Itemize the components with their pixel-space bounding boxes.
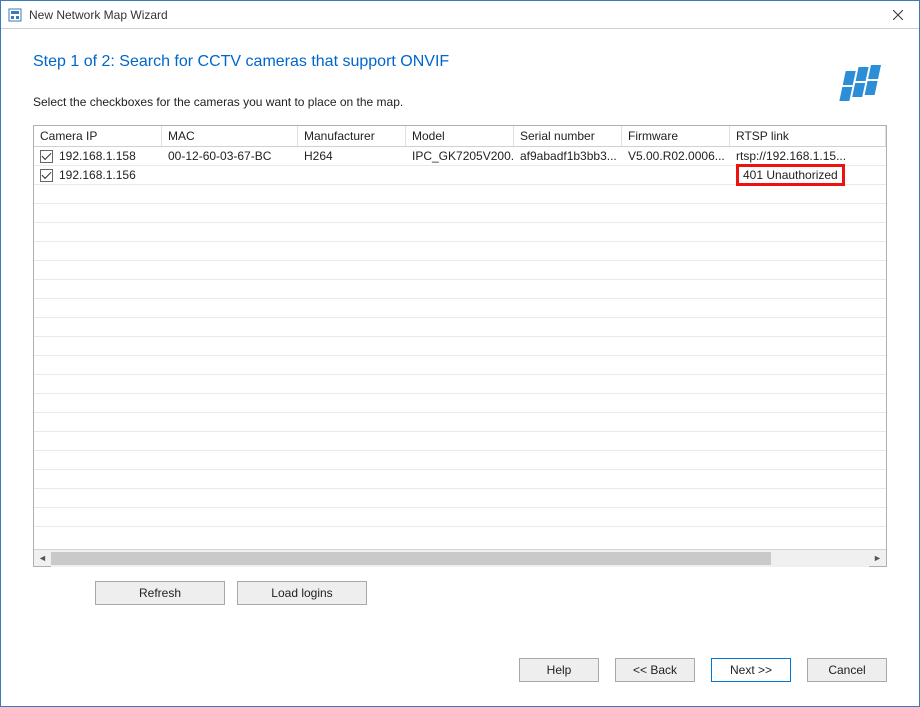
cell-ip: 192.168.1.156 [59,168,136,182]
row-checkbox[interactable] [40,150,53,163]
rtsp-error-highlight: 401 Unauthorized [736,164,845,186]
cell-manufacturer: H264 [298,149,406,163]
col-header-serial[interactable]: Serial number [514,126,622,146]
scroll-left-icon[interactable]: ◄ [34,550,51,567]
grid-action-buttons: Refresh Load logins [33,581,887,605]
help-button[interactable]: Help [519,658,599,682]
table-row-empty [34,413,886,432]
wizard-content: Step 1 of 2: Search for CCTV cameras tha… [1,29,919,706]
col-header-firmware[interactable]: Firmware [622,126,730,146]
cell-firmware: V5.00.R02.0006... [622,149,730,163]
table-row-empty [34,489,886,508]
instruction-text: Select the checkboxes for the cameras yo… [33,95,887,109]
table-row-empty [34,470,886,489]
wizard-nav-buttons: Help << Back Next >> Cancel [519,658,887,682]
cell-model: IPC_GK7205V200... [406,149,514,163]
table-row-empty [34,280,886,299]
table-row-empty [34,318,886,337]
titlebar: New Network Map Wizard [1,1,919,29]
scroll-right-icon[interactable]: ► [869,550,886,567]
cancel-button[interactable]: Cancel [807,658,887,682]
next-button[interactable]: Next >> [711,658,791,682]
cell-serial: af9abadf1b3bb3... [514,149,622,163]
table-row-empty [34,204,886,223]
table-row-empty [34,451,886,470]
close-button[interactable] [877,1,919,29]
cell-mac: 00-12-60-03-67-BC [162,149,298,163]
table-row[interactable]: 192.168.1.156 401 Unauthorized [34,166,886,185]
step-title: Step 1 of 2: Search for CCTV cameras tha… [33,53,887,71]
cell-rtsp: rtsp://192.168.1.15... [730,149,886,163]
table-row-empty [34,375,886,394]
scroll-track[interactable] [51,550,869,567]
app-icon [7,7,23,23]
table-row-empty [34,394,886,413]
cell-ip: 192.168.1.158 [59,149,136,163]
row-checkbox[interactable] [40,169,53,182]
col-header-rtsp[interactable]: RTSP link [730,126,886,146]
grid-body: 192.168.1.158 00-12-60-03-67-BC H264 IPC… [34,147,886,549]
col-header-manufacturer[interactable]: Manufacturer [298,126,406,146]
table-row-empty [34,432,886,451]
col-header-mac[interactable]: MAC [162,126,298,146]
col-header-ip[interactable]: Camera IP [34,126,162,146]
table-row-empty [34,185,886,204]
col-header-model[interactable]: Model [406,126,514,146]
window-title: New Network Map Wizard [29,8,168,22]
app-logo-icon [837,65,887,109]
table-row-empty [34,261,886,280]
back-button[interactable]: << Back [615,658,695,682]
cell-rtsp: 401 Unauthorized [730,164,886,186]
grid-header: Camera IP MAC Manufacturer Model Serial … [34,126,886,147]
table-row-empty [34,299,886,318]
table-row-empty [34,223,886,242]
table-row-empty [34,527,886,546]
table-row-empty [34,337,886,356]
table-row-empty [34,242,886,261]
horizontal-scrollbar[interactable]: ◄ ► [34,549,886,566]
camera-grid: Camera IP MAC Manufacturer Model Serial … [33,125,887,567]
table-row-empty [34,356,886,375]
table-row-empty [34,508,886,527]
refresh-button[interactable]: Refresh [95,581,225,605]
scroll-thumb[interactable] [51,552,771,565]
load-logins-button[interactable]: Load logins [237,581,367,605]
